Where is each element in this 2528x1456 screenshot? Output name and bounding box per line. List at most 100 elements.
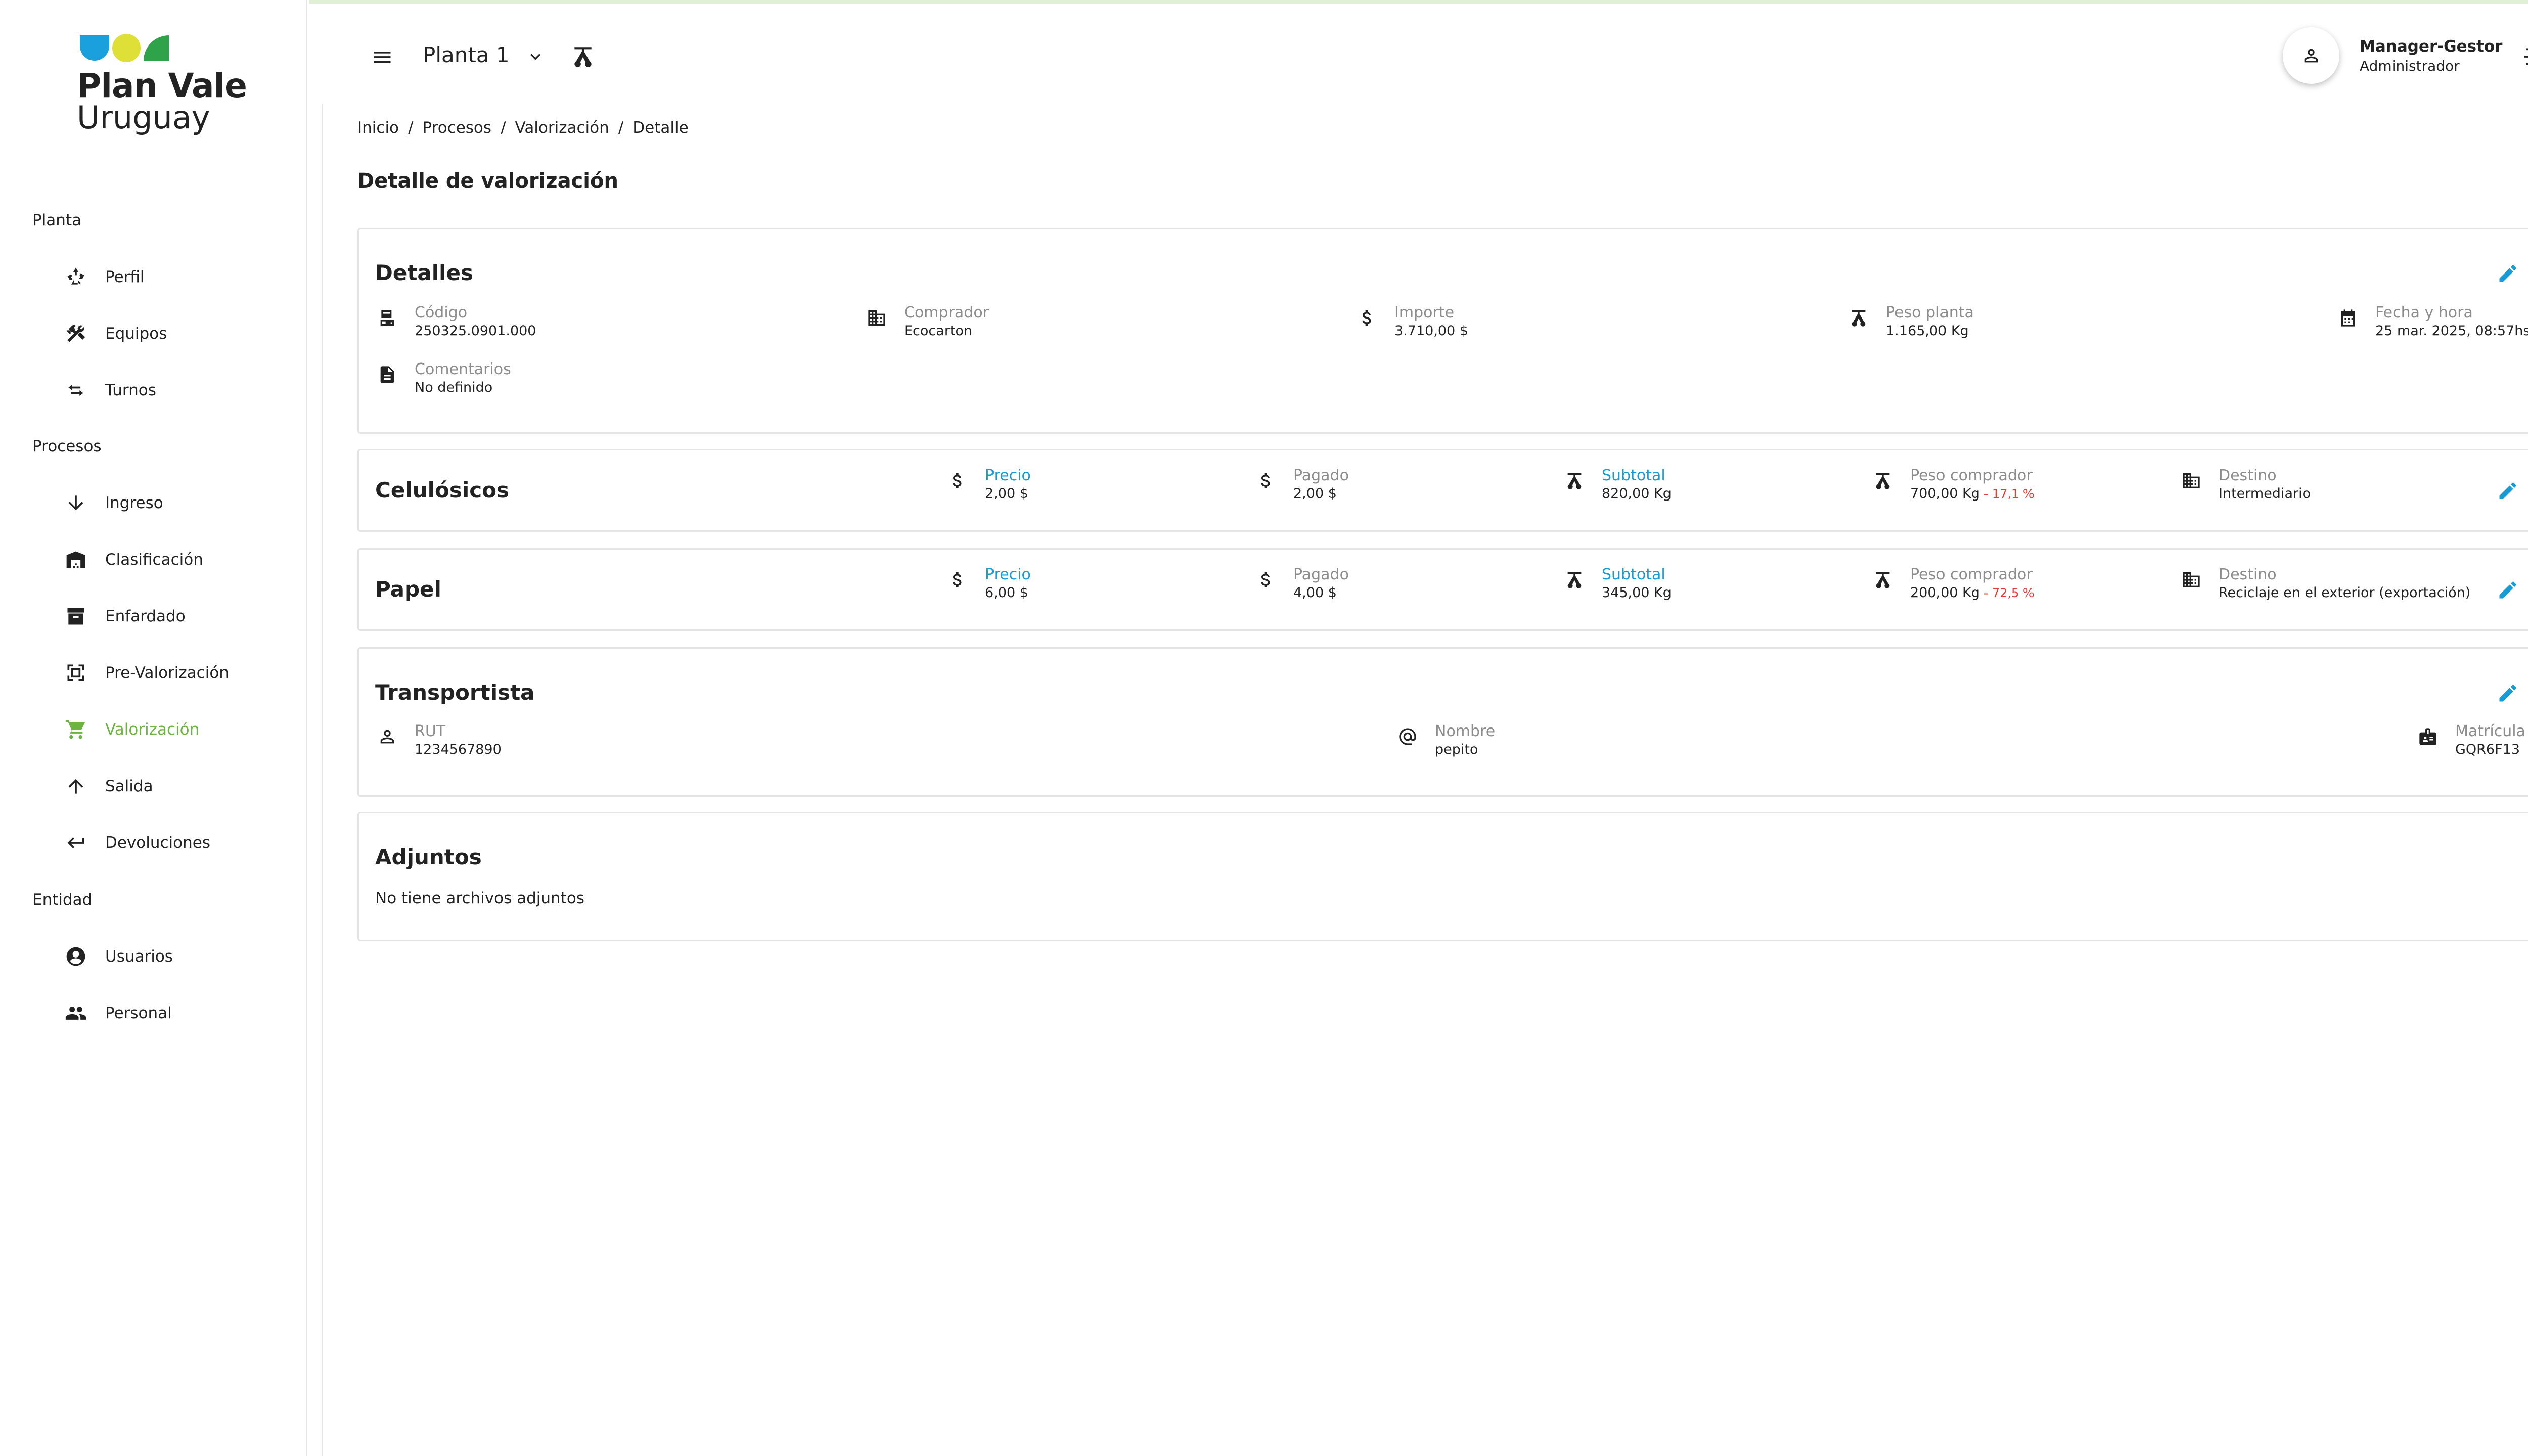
field-value: 1.165,00 Kg [1886,323,1969,339]
account-circle-icon [63,943,89,970]
scale-icon [1562,568,1587,592]
breadcrumb-separator: / [618,119,624,137]
sidebar-item-label: Pre-Valorización [105,664,229,682]
field-precio: Precio 2,00 $ [945,467,1031,503]
dollar-icon [1254,568,1278,592]
field-label: Peso planta [1886,304,1974,322]
topbar: Planta 1 Manager-Gestor Administrador [309,0,2528,104]
logo-blue-shape [80,35,109,61]
edit-material-button[interactable] [2493,575,2523,605]
material-card: Celulósicos Precio 2,00 $ Pagado 2,00 $ Su… [357,449,2528,532]
edit-details-button[interactable] [2493,258,2523,289]
document-icon [375,362,399,387]
attachments-card: Adjuntos No tiene archivos adjuntos [357,812,2528,941]
sidebar-item-salida[interactable]: Salida [63,771,285,801]
field-value: 4,00 $ [1293,585,1337,601]
field-value: 345,00 Kg [1602,585,1672,601]
sidebar-item-pre-valorizacion[interactable]: Pre-Valorización [63,658,285,688]
field-value: 2,00 $ [1293,486,1337,502]
breadcrumb-separator: / [408,119,414,137]
breadcrumb-procesos[interactable]: Procesos [422,119,491,137]
user-role: Administrador [2360,58,2460,74]
pencil-icon [2499,685,2516,702]
field-fecha: Fecha y hora 25 mar. 2025, 08:57hs. [2336,304,2528,340]
sidebar-item-valorizacion[interactable]: Valorización [63,714,285,745]
scale-button[interactable] [567,40,599,73]
breadcrumb-valorizacion[interactable]: Valorización [515,119,609,137]
page-title: Detalle de valorización [357,169,618,193]
sidebar-section-entidad: Entidad [32,891,93,909]
sidebar-section-procesos: Procesos [32,437,102,456]
pencil-icon [2499,265,2516,282]
field-destino: Destino Reciclaje en el exterior (exporta… [2179,566,2470,602]
recycle-icon [63,264,89,290]
logo: Plan Vale Uruguay [77,33,247,133]
scale-icon [1562,469,1587,493]
attachments-empty-text: No tiene archivos adjuntos [375,889,584,907]
field-label: Destino [2219,566,2277,583]
user-name: Manager-Gestor [2360,37,2503,56]
logout-button[interactable] [2518,42,2528,71]
field-matricula: Matrícula GQR6F13 [2416,722,2525,759]
sidebar-item-personal[interactable]: Personal [63,998,285,1028]
plant-selector-button[interactable] [521,42,550,71]
person-icon [2304,49,2318,63]
field-subtotal: Subtotal 820,00 Kg [1562,467,1672,503]
sidebar-item-enfardado[interactable]: Enfardado [63,601,285,631]
sidebar-item-perfil[interactable]: Perfil [63,262,285,292]
return-icon [63,830,89,856]
building-icon [2179,469,2203,493]
menu-button[interactable] [365,39,400,75]
field-value: 200,00 Kg - 72,5 % [1910,584,2035,602]
peso-delta: - 72,5 % [1979,586,2035,600]
material-name: Papel [375,577,441,602]
chevron-down-icon [530,54,540,60]
sidebar-item-usuarios[interactable]: Usuarios [63,941,285,972]
field-value: 250325.0901.000 [415,323,536,339]
edit-material-button[interactable] [2493,476,2523,506]
sidebar-item-equipos[interactable]: Equipos [63,318,285,349]
field-destino: Destino Intermediario [2179,467,2311,503]
sidebar-item-ingreso[interactable]: Ingreso [63,488,285,518]
arrow-up-icon [63,773,89,799]
sidebar-item-devoluciones[interactable]: Devoluciones [63,828,285,858]
edit-transportista-button[interactable] [2493,678,2523,708]
field-label: Código [415,304,468,322]
scale-machine-icon [375,306,399,330]
sidebar-item-turnos[interactable]: Turnos [63,375,285,405]
field-value: Reciclaje en el exterior (exportación) [2219,585,2471,601]
field-label: Fecha y hora [2375,304,2473,322]
field-value: pepito [1435,742,1478,757]
building-icon [865,306,889,330]
calendar-icon [2336,306,2360,330]
field-peso-comprador: Peso comprador 700,00 Kg - 17,1 % [1871,467,2035,503]
peso-value: 200,00 Kg [1910,585,1980,601]
field-label: Destino [2219,467,2277,484]
field-label: Comprador [904,304,989,322]
field-precio: Precio 6,00 $ [945,566,1031,602]
plant-selector-label[interactable]: Planta 1 [423,42,510,67]
transportista-card: Transportista RUT 1234567890 Nombre pepito… [357,647,2528,797]
sidebar-item-label: Ingreso [105,494,163,512]
logo-yellow-shape [112,34,141,62]
field-value: No definido [415,380,493,395]
sidebar-item-label: Personal [105,1004,172,1022]
sidebar-section-planta: Planta [32,211,82,230]
field-value: 25 mar. 2025, 08:57hs. [2375,323,2528,339]
logo-shapes [80,33,247,63]
user-avatar-button[interactable] [2283,27,2339,84]
at-sign-icon [1395,724,1420,749]
dollar-icon [945,469,970,493]
scale-icon [574,47,592,67]
breadcrumb-inicio[interactable]: Inicio [357,119,399,137]
dollar-icon [1254,469,1278,493]
field-value: 700,00 Kg - 17,1 % [1910,485,2035,503]
field-importe: Importe 3.710,00 $ [1355,304,1468,340]
field-value: 1234567890 [415,742,502,757]
field-label: Subtotal [1602,566,1665,583]
field-pagado: Pagado 2,00 $ [1254,467,1349,503]
field-rut: RUT 1234567890 [375,722,502,759]
attachments-title: Adjuntos [375,845,482,870]
transportista-title: Transportista [375,680,535,705]
sidebar-item-clasificacion[interactable]: Clasificación [63,544,285,575]
